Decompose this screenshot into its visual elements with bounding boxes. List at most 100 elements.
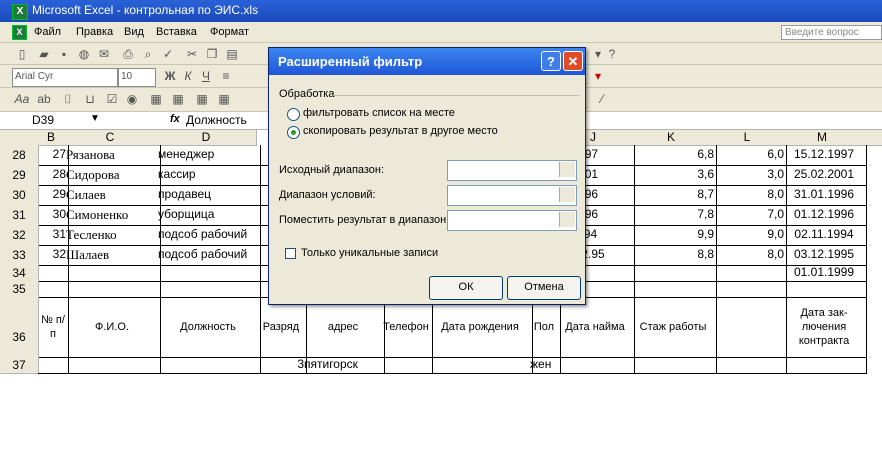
row-header-36[interactable]: 36 bbox=[0, 297, 39, 358]
cell-d31[interactable]: уборщица bbox=[156, 205, 261, 226]
cell-m31[interactable]: 01.12.1996 bbox=[782, 205, 867, 226]
combo-list-tool-icon[interactable]: ▦ bbox=[194, 91, 210, 107]
textbox-tool-icon[interactable]: ab bbox=[36, 91, 52, 107]
cell-m30[interactable]: 31.01.1996 bbox=[782, 185, 867, 206]
button-tool-icon[interactable]: ⊔ bbox=[82, 91, 98, 107]
collapse-dialog-icon[interactable] bbox=[559, 187, 575, 202]
cell-l32[interactable]: 9,0 bbox=[712, 225, 787, 246]
cell-k30[interactable]: 8,7 bbox=[630, 185, 717, 206]
collapse-dialog-icon[interactable] bbox=[559, 212, 575, 227]
list-range-input[interactable] bbox=[447, 160, 577, 181]
cancel-button[interactable]: Отмена bbox=[507, 276, 581, 300]
cell-l29[interactable]: 3,0 bbox=[712, 165, 787, 186]
menu-format[interactable]: Формат bbox=[210, 26, 249, 38]
row-header-28[interactable]: 28 bbox=[0, 145, 39, 166]
row-header-31[interactable]: 31 bbox=[0, 205, 39, 226]
cell-m34[interactable]: 01.01.1999 bbox=[782, 265, 867, 282]
ok-button[interactable]: ОК bbox=[429, 276, 503, 300]
cell-m37[interactable] bbox=[782, 357, 867, 374]
cell-l37[interactable] bbox=[712, 357, 787, 374]
dialog-title-bar[interactable]: Расширенный фильтр ? ✕ bbox=[269, 48, 585, 75]
cell-e37[interactable]: 3 bbox=[256, 357, 307, 374]
row-header-37[interactable]: 37 bbox=[0, 357, 39, 374]
insert-function-icon[interactable]: fx bbox=[170, 113, 180, 125]
permission-icon[interactable]: ◍ bbox=[76, 46, 92, 62]
cell-k32[interactable]: 9,9 bbox=[630, 225, 717, 246]
copy-icon[interactable]: ❐ bbox=[204, 46, 220, 62]
cell-l33[interactable]: 8,0 bbox=[712, 245, 787, 266]
cell-k35[interactable] bbox=[630, 281, 717, 298]
font-name-select[interactable]: Arial Cyr bbox=[12, 68, 118, 87]
cell-k37[interactable] bbox=[630, 357, 717, 374]
column-header-d[interactable]: D bbox=[156, 130, 257, 146]
cell-l36[interactable] bbox=[712, 297, 787, 358]
filter-in-place-label[interactable]: фильтровать список на месте bbox=[303, 107, 455, 119]
workbook-icon[interactable]: X bbox=[12, 25, 27, 40]
copy-to-input[interactable] bbox=[447, 210, 577, 231]
cell-m35[interactable] bbox=[782, 281, 867, 298]
cell-d32[interactable]: подсоб рабочий bbox=[156, 225, 261, 246]
cell-g37[interactable] bbox=[380, 357, 433, 374]
cell-c35[interactable] bbox=[64, 281, 161, 298]
align-left-icon[interactable]: ≡ bbox=[218, 68, 234, 84]
font-size-select[interactable]: 10 bbox=[118, 68, 156, 87]
row-header-30[interactable]: 30 bbox=[0, 185, 39, 206]
cell-l34[interactable] bbox=[712, 265, 787, 282]
cell-m32[interactable]: 02.11.1994 bbox=[782, 225, 867, 246]
menu-view[interactable]: Вид bbox=[124, 26, 144, 38]
close-icon[interactable]: ✕ bbox=[563, 51, 583, 71]
new-icon[interactable]: ▯ bbox=[14, 46, 30, 62]
cell-c33[interactable]: Шалаев bbox=[64, 245, 161, 266]
cell-c28[interactable]: Рязанова bbox=[64, 145, 161, 166]
menu-edit[interactable]: Правка bbox=[76, 26, 113, 38]
cell-l30[interactable]: 8,0 bbox=[712, 185, 787, 206]
cell-c29[interactable]: Сидорова bbox=[64, 165, 161, 186]
bold-icon[interactable]: Ж bbox=[162, 68, 178, 84]
unique-records-label[interactable]: Только уникальные записи bbox=[301, 247, 438, 259]
option-tool-icon[interactable]: ◉ bbox=[124, 91, 140, 107]
cell-f36[interactable]: адрес bbox=[302, 297, 385, 358]
help-icon[interactable]: ? bbox=[604, 46, 620, 62]
column-header-c[interactable]: C bbox=[64, 130, 157, 146]
cell-k34[interactable] bbox=[630, 265, 717, 282]
label-tool-icon[interactable]: Aa bbox=[14, 91, 30, 107]
cut-icon[interactable]: ✂ bbox=[184, 46, 200, 62]
combo-dropdown-tool-icon[interactable]: ▦ bbox=[216, 91, 232, 107]
cell-d30[interactable]: продавец bbox=[156, 185, 261, 206]
cell-m33[interactable]: 03.12.1995 bbox=[782, 245, 867, 266]
cell-g36[interactable]: Телефон bbox=[380, 297, 433, 358]
cell-m28[interactable]: 15.12.1997 bbox=[782, 145, 867, 166]
italic-icon[interactable]: К bbox=[180, 68, 196, 84]
underline-style-icon[interactable]: ⁄ bbox=[594, 91, 610, 107]
print-icon[interactable]: ⎙ bbox=[120, 46, 136, 62]
cell-j37[interactable] bbox=[556, 357, 635, 374]
criteria-range-input[interactable] bbox=[447, 185, 577, 206]
cell-k31[interactable]: 7,8 bbox=[630, 205, 717, 226]
cell-f37[interactable]: пятигорск bbox=[302, 357, 385, 374]
row-header-33[interactable]: 33 bbox=[0, 245, 39, 266]
cell-h36[interactable]: Дата рождения bbox=[428, 297, 533, 358]
cell-k36[interactable]: Стаж работы bbox=[630, 297, 717, 358]
save-icon[interactable]: ▪ bbox=[56, 46, 72, 62]
cell-c37[interactable] bbox=[64, 357, 161, 374]
row-header-34[interactable]: 34 bbox=[0, 265, 39, 282]
cell-c32[interactable]: Тесленко bbox=[64, 225, 161, 246]
font-color-icon[interactable]: ▾ bbox=[590, 68, 606, 84]
cell-l35[interactable] bbox=[712, 281, 787, 298]
menu-insert[interactable]: Вставка bbox=[156, 26, 197, 38]
unique-records-checkbox[interactable] bbox=[285, 248, 296, 259]
cell-m36[interactable]: Дата зак- лючения контракта bbox=[782, 297, 867, 358]
formula-input[interactable]: Должность bbox=[186, 113, 247, 127]
cell-l31[interactable]: 7,0 bbox=[712, 205, 787, 226]
collapse-dialog-icon[interactable] bbox=[559, 162, 575, 177]
cell-d28[interactable]: менеджер bbox=[156, 145, 261, 166]
help-button[interactable]: ? bbox=[541, 51, 561, 71]
cell-h37[interactable] bbox=[428, 357, 533, 374]
menu-file[interactable]: Файл bbox=[34, 26, 61, 38]
cell-c31[interactable]: Симоненко bbox=[64, 205, 161, 226]
cell-d34[interactable] bbox=[156, 265, 261, 282]
cell-k28[interactable]: 6,8 bbox=[630, 145, 717, 166]
cell-d36[interactable]: Должность bbox=[156, 297, 261, 358]
checkbox-tool-icon[interactable]: ☑ bbox=[104, 91, 120, 107]
underline-icon[interactable]: Ч bbox=[198, 68, 214, 84]
